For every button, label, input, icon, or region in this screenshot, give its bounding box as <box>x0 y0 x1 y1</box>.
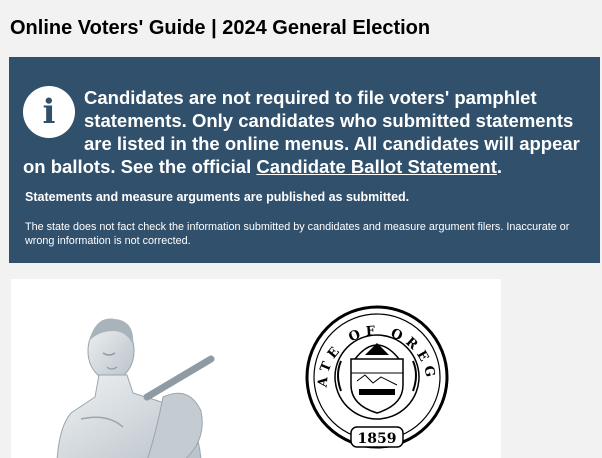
candidate-ballot-statement-link[interactable]: Candidate Ballot Statement <box>256 156 497 177</box>
header-image-panel: STATE OF OREGON 1859 <box>11 279 501 458</box>
info-notice-banner: i Candidates are not required to file vo… <box>9 57 600 263</box>
page-title: Online Voters' Guide | 2024 General Elec… <box>10 17 431 39</box>
state-of-oregon-seal: STATE OF OREGON 1859 <box>301 301 449 449</box>
notice-main-text: Candidates are not required to file vote… <box>23 86 588 178</box>
notice-subheading: Statements and measure arguments are pub… <box>25 190 410 204</box>
seal-year: 1859 <box>358 431 397 447</box>
oregon-pioneer-statue-image <box>56 318 215 458</box>
notice-main-end: . <box>496 156 503 177</box>
notice-disclaimer: The state does not fact check the inform… <box>25 221 570 247</box>
